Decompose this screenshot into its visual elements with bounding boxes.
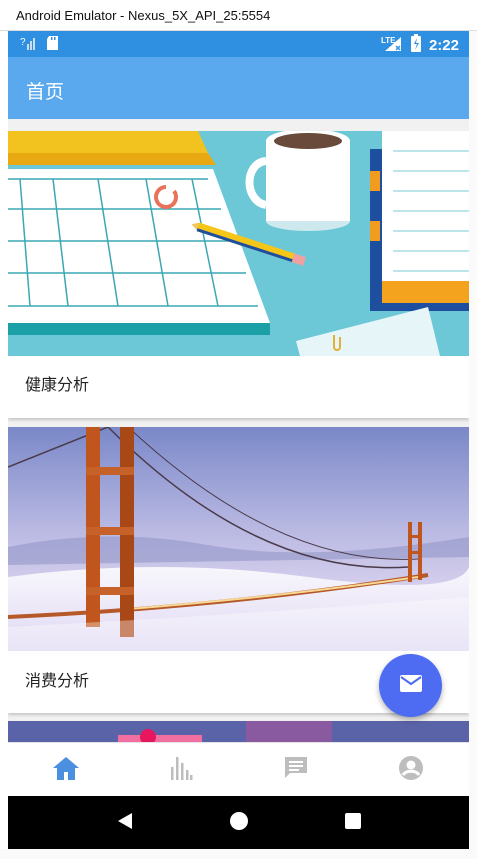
card-label: 健康分析 bbox=[25, 375, 90, 394]
window-side-border bbox=[469, 31, 477, 849]
system-navigation-bar bbox=[8, 796, 469, 849]
golden-gate-bridge-photo bbox=[8, 427, 469, 651]
card-partial[interactable] bbox=[8, 721, 469, 742]
pink-illustration-partial bbox=[8, 721, 469, 742]
status-bar: ? LTE 2:22 bbox=[8, 31, 469, 57]
home-button[interactable] bbox=[229, 811, 249, 835]
nav-profile[interactable] bbox=[354, 743, 469, 796]
home-icon bbox=[52, 755, 80, 785]
message-icon bbox=[283, 755, 309, 785]
back-button[interactable] bbox=[116, 811, 134, 835]
emulator-window: Android Emulator - Nexus_5X_API_25:5554 … bbox=[0, 0, 477, 859]
desk-calendar-illustration bbox=[8, 131, 469, 356]
window-bottom-border bbox=[0, 849, 477, 859]
signal-unknown-icon: ? bbox=[20, 35, 36, 55]
mail-fab[interactable] bbox=[379, 654, 442, 717]
card-list[interactable]: 健康分析 消费分析 bbox=[8, 119, 469, 742]
app-bar: 首页 bbox=[8, 57, 469, 119]
nav-home[interactable] bbox=[8, 743, 123, 796]
window-title: Android Emulator - Nexus_5X_API_25:5554 bbox=[16, 8, 271, 23]
status-time: 2:22 bbox=[428, 36, 459, 54]
lte-signal-icon: LTE bbox=[381, 34, 403, 56]
account-icon bbox=[398, 755, 424, 785]
nav-statistics[interactable] bbox=[123, 743, 238, 796]
page-title: 首页 bbox=[26, 81, 65, 103]
bottom-navigation bbox=[8, 742, 469, 796]
mail-icon bbox=[399, 674, 423, 698]
window-titlebar: Android Emulator - Nexus_5X_API_25:5554 bbox=[0, 0, 477, 31]
device-screen: ? LTE 2:22 首页 健康分析 消费分析 bbox=[8, 31, 469, 849]
sd-card-icon bbox=[46, 35, 60, 55]
svg-text:?: ? bbox=[20, 37, 26, 48]
recents-button[interactable] bbox=[344, 812, 362, 834]
battery-icon bbox=[410, 34, 421, 56]
nav-messages[interactable] bbox=[239, 743, 354, 796]
bar-chart-icon bbox=[168, 755, 194, 785]
card-health-analysis[interactable]: 健康分析 bbox=[8, 131, 469, 418]
card-label: 消费分析 bbox=[25, 671, 90, 690]
